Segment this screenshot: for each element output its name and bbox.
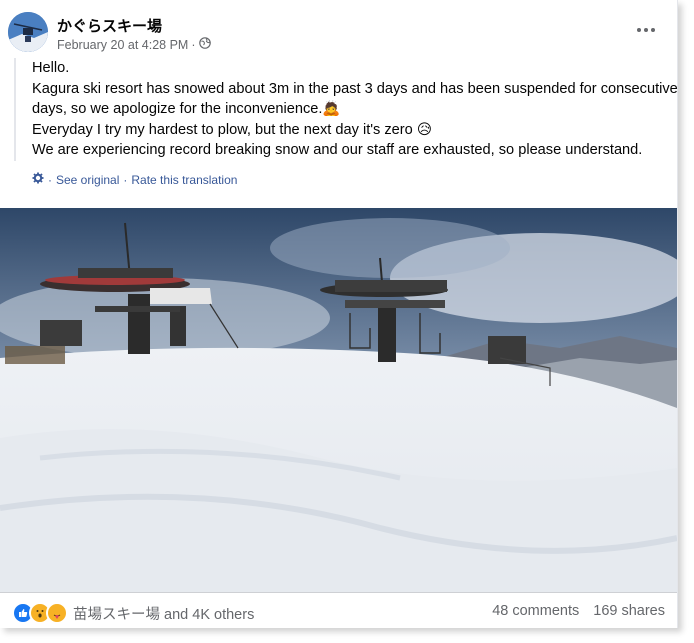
- post-footer: 苗場スキー場 and 4K others 48 comments 169 sha…: [0, 592, 677, 629]
- more-dots-icon[interactable]: [634, 20, 658, 40]
- page-name[interactable]: かぐらスキー場: [57, 15, 162, 36]
- reactors-text[interactable]: 苗場スキー場 and 4K others: [73, 603, 254, 624]
- translation-separator: ·: [48, 172, 52, 187]
- reactions-summary[interactable]: 苗場スキー場 and 4K others: [12, 602, 254, 624]
- care-icon: [46, 602, 68, 624]
- ski-lift-snow-photo: [0, 208, 677, 592]
- post-timestamp[interactable]: February 20 at 4:28 PM: [57, 38, 188, 52]
- post-text: Hello. Kagura ski resort has snowed abou…: [14, 58, 682, 161]
- comments-count[interactable]: 48 comments: [492, 603, 579, 619]
- post-meta: February 20 at 4:28 PM ·: [57, 37, 211, 52]
- see-original-link[interactable]: See original: [56, 173, 119, 187]
- translation-separator: ·: [123, 172, 128, 187]
- meta-separator: ·: [191, 37, 196, 52]
- post-line: Everyday I try my hardest to plow, but t…: [32, 121, 433, 138]
- page-avatar[interactable]: [8, 12, 48, 52]
- post-line: Hello.: [32, 60, 70, 76]
- post-line: Kagura ski resort has snowed about 3m in…: [32, 80, 678, 118]
- translation-bar: · See original · Rate this translation: [32, 172, 237, 187]
- rate-translation-link[interactable]: Rate this translation: [131, 173, 237, 187]
- gear-icon: [32, 172, 44, 187]
- shares-count[interactable]: 169 shares: [593, 603, 665, 619]
- engagement-counts: 48 comments 169 shares: [492, 603, 665, 619]
- post-line: We are experiencing record breaking snow…: [32, 142, 643, 158]
- post-card: かぐらスキー場 February 20 at 4:28 PM · Hello. …: [0, 0, 678, 628]
- post-photo[interactable]: [0, 208, 677, 592]
- post-header: かぐらスキー場 February 20 at 4:28 PM ·: [8, 12, 668, 58]
- globe-icon: [198, 37, 211, 52]
